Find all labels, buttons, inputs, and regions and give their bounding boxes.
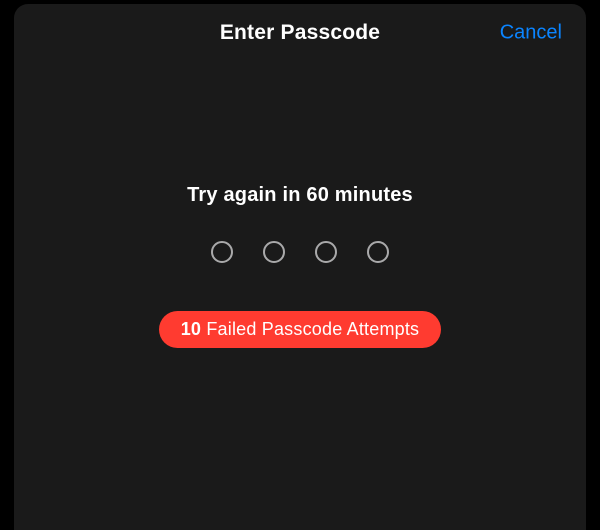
passcode-dot [211, 241, 233, 263]
page-title: Enter Passcode [220, 21, 380, 45]
passcode-panel: Enter Passcode Cancel Try again in 60 mi… [14, 4, 586, 530]
error-text: Failed Passcode Attempts [206, 319, 419, 339]
header: Enter Passcode Cancel [14, 4, 586, 62]
error-badge: 10 Failed Passcode Attempts [159, 311, 442, 348]
passcode-dots [211, 241, 389, 263]
lockout-message: Try again in 60 minutes [187, 184, 413, 207]
passcode-dot [263, 241, 285, 263]
content-area: Try again in 60 minutes 10 Failed Passco… [14, 184, 586, 348]
passcode-dot [315, 241, 337, 263]
passcode-dot [367, 241, 389, 263]
error-count: 10 [181, 319, 201, 339]
cancel-button[interactable]: Cancel [500, 22, 562, 45]
